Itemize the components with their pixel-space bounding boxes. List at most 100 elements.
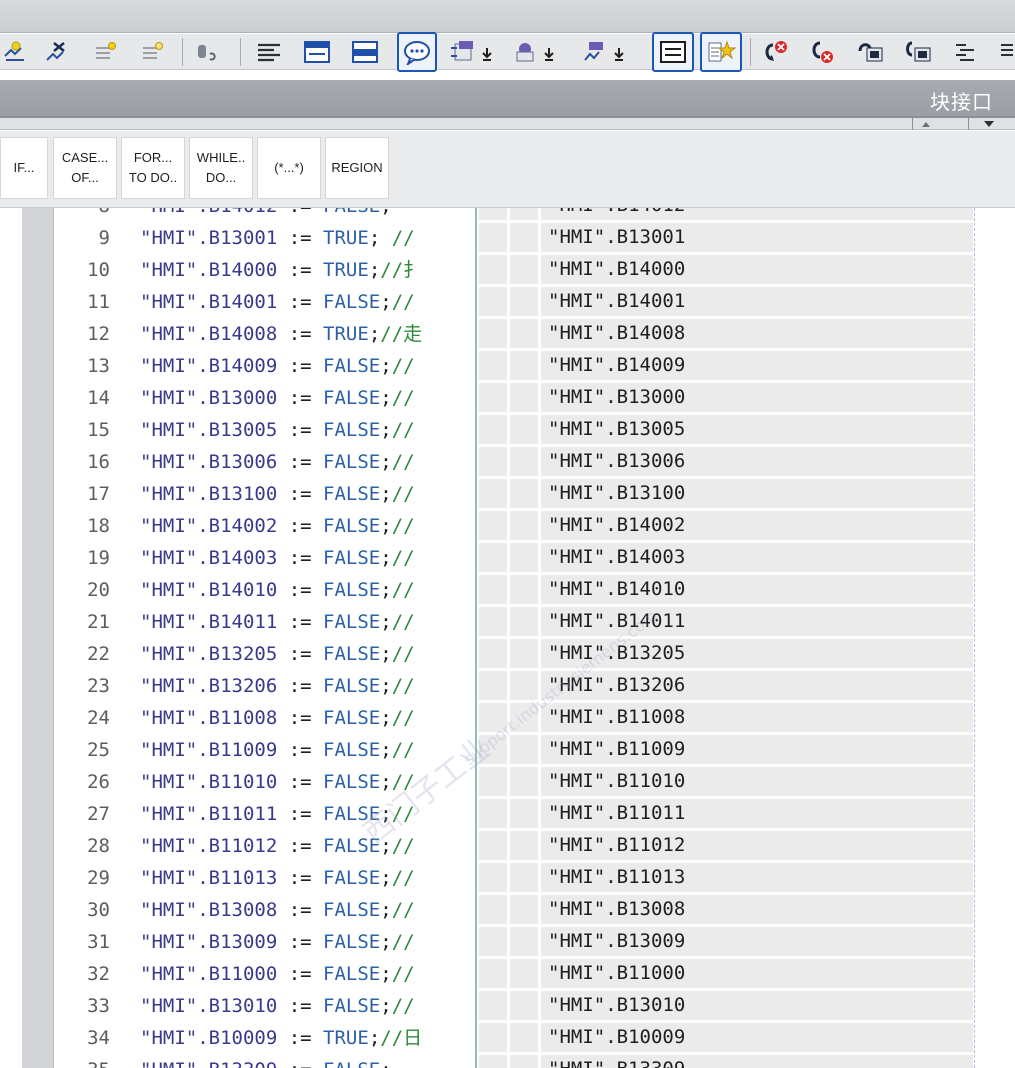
breakpoint-set-icon[interactable] [760, 38, 790, 66]
watch-cell-flag [510, 447, 538, 476]
code-row[interactable]: 33 "HMI".B13010 := FALSE;//"HMI".B13010 [0, 990, 1015, 1022]
expand-block-icon[interactable] [448, 38, 502, 66]
case-instruction-button[interactable]: CASE... OF... [53, 137, 117, 199]
code-statement[interactable]: "HMI".B11013 := FALSE;// [140, 862, 475, 894]
code-statement[interactable]: "HMI".B11008 := FALSE;// [140, 702, 475, 734]
delete-network-icon[interactable] [42, 38, 72, 66]
code-statement[interactable]: "HMI".B13205 := FALSE;// [140, 638, 475, 670]
window-split-blue-icon[interactable] [350, 38, 380, 66]
assign-operator: := [277, 259, 324, 281]
code-statement[interactable]: "HMI".B14011 := FALSE;// [140, 606, 475, 638]
code-statement[interactable]: "HMI".B13000 := FALSE;// [140, 382, 475, 414]
expand-network-icon[interactable] [580, 38, 634, 66]
comment-icon[interactable] [397, 32, 437, 72]
if-instruction-button[interactable]: IF... [0, 137, 48, 199]
code-statement[interactable]: "HMI".B13005 := FALSE;// [140, 414, 475, 446]
code-row[interactable]: 30 "HMI".B13008 := FALSE;//"HMI".B13008 [0, 894, 1015, 926]
code-row[interactable]: 22 "HMI".B13205 := FALSE;//"HMI".B13205 [0, 638, 1015, 670]
code-row[interactable]: 27 "HMI".B11011 := FALSE;//"HMI".B11011 [0, 798, 1015, 830]
favorites-icon[interactable] [700, 32, 742, 72]
code-statement[interactable]: "HMI".B14003 := FALSE;// [140, 542, 475, 574]
breakpoint-clear-icon[interactable] [806, 38, 836, 66]
code-statement[interactable]: "HMI".B14008 := TRUE;//走 [140, 318, 475, 350]
code-statement[interactable]: "HMI".B13006 := FALSE;// [140, 446, 475, 478]
code-row[interactable]: 29 "HMI".B11013 := FALSE;//"HMI".B11013 [0, 862, 1015, 894]
code-row[interactable]: 8"HMI".B14012 := FALSE;"HMI".B14012 [0, 208, 1015, 222]
code-statement[interactable]: "HMI".B14012 := FALSE; [140, 208, 475, 222]
monitor-call-icon[interactable] [904, 38, 934, 66]
code-row[interactable]: 18 "HMI".B14002 := FALSE;//"HMI".B14002 [0, 510, 1015, 542]
code-statement[interactable]: "HMI".B11000 := FALSE;// [140, 958, 475, 990]
splitter-strip[interactable] [0, 118, 1015, 130]
code-row[interactable]: 15 "HMI".B13005 := FALSE;//"HMI".B13005 [0, 414, 1015, 446]
code-row[interactable]: 17 "HMI".B13100 := FALSE;//"HMI".B13100 [0, 478, 1015, 510]
list-toggle-icon[interactable] [652, 32, 694, 72]
code-statement[interactable]: "HMI".B11011 := FALSE;// [140, 798, 475, 830]
code-statement[interactable]: "HMI".B13100 := FALSE;// [140, 478, 475, 510]
region-instruction-button[interactable]: REGION [325, 137, 389, 199]
code-statement[interactable]: "HMI".B13009 := FALSE;// [140, 926, 475, 958]
insert-network-icon[interactable] [0, 38, 30, 66]
code-row[interactable]: 20 "HMI".B14010 := FALSE;//"HMI".B14010 [0, 574, 1015, 606]
code-row[interactable]: 25 "HMI".B11009 := FALSE;//"HMI".B11009 [0, 734, 1015, 766]
code-row[interactable]: 28 "HMI".B11012 := FALSE;//"HMI".B11012 [0, 830, 1015, 862]
comment-instruction-button[interactable]: (*...*) [257, 137, 321, 199]
outdent-icon[interactable] [138, 38, 168, 66]
code-row[interactable]: 11 "HMI".B14001 := FALSE;//"HMI".B14001 [0, 286, 1015, 318]
code-statement[interactable]: "HMI".B13206 := FALSE;// [140, 670, 475, 702]
watch-cell-flag [510, 607, 538, 636]
watch-cell-value: "HMI".B11011 [541, 799, 973, 828]
db-access-icon[interactable] [192, 38, 222, 66]
code-statement[interactable]: "HMI".B10009 := TRUE;//日 [140, 1022, 475, 1054]
code-row[interactable]: 19 "HMI".B14003 := FALSE;//"HMI".B14003 [0, 542, 1015, 574]
code-statement[interactable]: "HMI".B14010 := FALSE;// [140, 574, 475, 606]
tag-reference: "HMI".B14002 [140, 515, 278, 537]
code-statement[interactable]: "HMI".B14000 := TRUE;//扌 [140, 254, 475, 286]
boolean-literal: TRUE [323, 259, 369, 281]
code-statement[interactable]: "HMI".B13309 := FALSE; [140, 1054, 475, 1068]
code-statement[interactable]: "HMI".B14002 := FALSE;// [140, 510, 475, 542]
code-statement[interactable]: "HMI".B14009 := FALSE;// [140, 350, 475, 382]
code-statement[interactable]: "HMI".B13001 := TRUE; // [140, 222, 475, 254]
for-instruction-button[interactable]: FOR... TO DO.. [121, 137, 185, 199]
code-statement[interactable]: "HMI".B11009 := FALSE;// [140, 734, 475, 766]
watch-cell-flag [510, 991, 538, 1020]
code-row[interactable]: 31 "HMI".B13009 := FALSE;//"HMI".B13009 [0, 926, 1015, 958]
code-statement[interactable]: "HMI".B13008 := FALSE;// [140, 894, 475, 926]
semicolon: ; [380, 963, 392, 985]
window-split-icon[interactable] [302, 38, 332, 66]
assign-operator: := [277, 963, 324, 985]
code-statement[interactable]: "HMI".B14001 := FALSE;// [140, 286, 475, 318]
code-row[interactable]: 14 "HMI".B13000 := FALSE;//"HMI".B13000 [0, 382, 1015, 414]
monitor-block-icon[interactable] [856, 38, 886, 66]
code-statement[interactable]: "HMI".B11010 := FALSE;// [140, 766, 475, 798]
code-row[interactable]: 32 "HMI".B11000 := FALSE;//"HMI".B11000 [0, 958, 1015, 990]
code-statement[interactable]: "HMI".B11012 := FALSE;// [140, 830, 475, 862]
watch-cell-flag [510, 639, 538, 668]
block-interface-header[interactable]: 块接口 [0, 80, 1015, 118]
code-row[interactable]: 12 "HMI".B14008 := TRUE;//走 "HMI".B14008 [0, 318, 1015, 350]
instr-line2: OF... [71, 170, 99, 185]
code-row[interactable]: 9 "HMI".B13001 := TRUE; //"HMI".B13001 [0, 222, 1015, 254]
assign-operator: := [277, 995, 324, 1017]
code-row[interactable]: 26 "HMI".B11010 := FALSE;//"HMI".B11010 [0, 766, 1015, 798]
expand-call-icon[interactable] [510, 38, 564, 66]
line-comment: // [391, 675, 415, 697]
while-instruction-button[interactable]: WHILE.. DO... [189, 137, 253, 199]
code-row[interactable]: 21 "HMI".B14011 := FALSE;//"HMI".B14011 [0, 606, 1015, 638]
scl-editor[interactable]: 8"HMI".B14012 := FALSE;"HMI".B140129"HMI… [0, 208, 1015, 1068]
code-statement[interactable]: "HMI".B13010 := FALSE;// [140, 990, 475, 1022]
code-row[interactable]: 10 "HMI".B14000 := TRUE;//扌 "HMI".B14000 [0, 254, 1015, 286]
code-row[interactable]: 35"HMI".B13309 := FALSE;"HMI".B13309 [0, 1054, 1015, 1068]
code-row[interactable]: 16 "HMI".B13006 := FALSE;//"HMI".B13006 [0, 446, 1015, 478]
code-row[interactable]: 23 "HMI".B13206 := FALSE;//"HMI".B13206 [0, 670, 1015, 702]
scroll-up-icon[interactable] [912, 118, 938, 130]
code-row[interactable]: 34 "HMI".B10009 := TRUE;//日 "HMI".B10009 [0, 1022, 1015, 1054]
list-icon[interactable] [254, 38, 284, 66]
more-icon[interactable] [952, 38, 982, 66]
overflow-icon[interactable] [996, 38, 1015, 66]
indent-icon[interactable] [91, 38, 121, 66]
code-row[interactable]: 24 "HMI".B11008 := FALSE;//"HMI".B11008 [0, 702, 1015, 734]
scroll-down-icon[interactable] [968, 118, 1008, 130]
code-row[interactable]: 13 "HMI".B14009 := FALSE;//"HMI".B14009 [0, 350, 1015, 382]
